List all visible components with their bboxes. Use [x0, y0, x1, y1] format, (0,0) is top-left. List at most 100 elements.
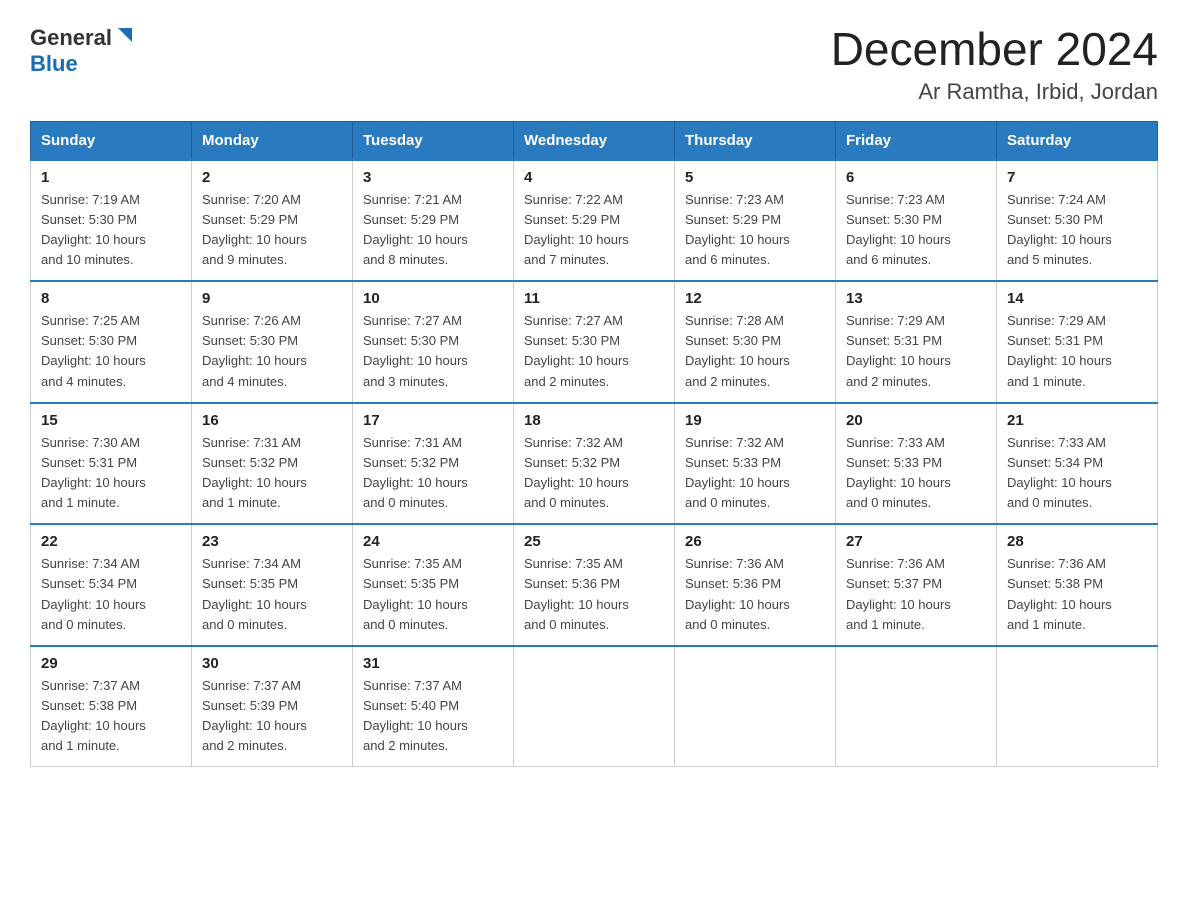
header-wednesday: Wednesday: [514, 121, 675, 160]
calendar-cell: 1 Sunrise: 7:19 AM Sunset: 5:30 PM Daylig…: [31, 160, 192, 282]
calendar-cell: 4 Sunrise: 7:22 AM Sunset: 5:29 PM Daylig…: [514, 160, 675, 282]
day-number: 4: [524, 169, 664, 186]
day-detail: Sunrise: 7:32 AM Sunset: 5:32 PM Dayligh…: [524, 433, 664, 514]
day-number: 24: [363, 533, 503, 550]
calendar-cell: 23Sunrise: 7:34 AM Sunset: 5:35 PM Dayli…: [192, 524, 353, 646]
day-number: 2: [202, 169, 342, 186]
day-number: 14: [1007, 290, 1147, 307]
day-detail: Sunrise: 7:37 AM Sunset: 5:39 PM Dayligh…: [202, 676, 342, 757]
day-number: 5: [685, 169, 825, 186]
calendar-cell: 8 Sunrise: 7:25 AM Sunset: 5:30 PM Daylig…: [31, 281, 192, 403]
logo: General Blue: [30, 24, 136, 77]
calendar-cell: 2Sunrise: 7:20 AM Sunset: 5:29 PM Daylig…: [192, 160, 353, 282]
calendar-cell: 9Sunrise: 7:26 AM Sunset: 5:30 PM Daylig…: [192, 281, 353, 403]
day-number: 29: [41, 655, 181, 672]
page-subtitle: Ar Ramtha, Irbid, Jordan: [831, 79, 1158, 105]
day-detail: Sunrise: 7:28 AM Sunset: 5:30 PM Dayligh…: [685, 311, 825, 392]
calendar-week-row: 22 Sunrise: 7:34 AM Sunset: 5:34 PM Dayli…: [31, 524, 1158, 646]
calendar-cell: 19Sunrise: 7:32 AM Sunset: 5:33 PM Dayli…: [675, 403, 836, 525]
day-detail: Sunrise: 7:36 AM Sunset: 5:38 PM Dayligh…: [1007, 554, 1147, 635]
day-detail: Sunrise: 7:19 AM Sunset: 5:30 PM Dayligh…: [41, 190, 181, 271]
day-number: 18: [524, 412, 664, 429]
day-detail: Sunrise: 7:29 AM Sunset: 5:31 PM Dayligh…: [1007, 311, 1147, 392]
calendar-cell: 12 Sunrise: 7:28 AM Sunset: 5:30 PM Dayli…: [675, 281, 836, 403]
title-block: December 2024 Ar Ramtha, Irbid, Jordan: [831, 24, 1158, 105]
calendar-cell: 3Sunrise: 7:21 AM Sunset: 5:29 PM Daylig…: [353, 160, 514, 282]
day-number: 6: [846, 169, 986, 186]
day-number: 12: [685, 290, 825, 307]
day-detail: Sunrise: 7:31 AM Sunset: 5:32 PM Dayligh…: [363, 433, 503, 514]
day-number: 30: [202, 655, 342, 672]
calendar-cell: 13Sunrise: 7:29 AM Sunset: 5:31 PM Dayli…: [836, 281, 997, 403]
day-detail: Sunrise: 7:33 AM Sunset: 5:33 PM Dayligh…: [846, 433, 986, 514]
day-number: 21: [1007, 412, 1147, 429]
calendar-cell: 10 Sunrise: 7:27 AM Sunset: 5:30 PM Dayli…: [353, 281, 514, 403]
calendar-cell: [836, 646, 997, 767]
day-number: 3: [363, 169, 503, 186]
day-detail: Sunrise: 7:24 AM Sunset: 5:30 PM Dayligh…: [1007, 190, 1147, 271]
calendar-week-row: 29 Sunrise: 7:37 AM Sunset: 5:38 PM Dayli…: [31, 646, 1158, 767]
calendar-cell: [997, 646, 1158, 767]
day-detail: Sunrise: 7:27 AM Sunset: 5:30 PM Dayligh…: [363, 311, 503, 392]
calendar-cell: 6 Sunrise: 7:23 AM Sunset: 5:30 PM Daylig…: [836, 160, 997, 282]
day-number: 28: [1007, 533, 1147, 550]
day-number: 10: [363, 290, 503, 307]
day-number: 23: [202, 533, 342, 550]
page-title: December 2024: [831, 24, 1158, 75]
day-number: 11: [524, 290, 664, 307]
day-detail: Sunrise: 7:27 AM Sunset: 5:30 PM Dayligh…: [524, 311, 664, 392]
day-number: 26: [685, 533, 825, 550]
header-sunday: Sunday: [31, 121, 192, 160]
calendar-header-row: SundayMondayTuesdayWednesdayThursdayFrid…: [31, 121, 1158, 160]
calendar-cell: 22 Sunrise: 7:34 AM Sunset: 5:34 PM Dayli…: [31, 524, 192, 646]
day-number: 15: [41, 412, 181, 429]
calendar-cell: 21 Sunrise: 7:33 AM Sunset: 5:34 PM Dayli…: [997, 403, 1158, 525]
day-detail: Sunrise: 7:25 AM Sunset: 5:30 PM Dayligh…: [41, 311, 181, 392]
day-detail: Sunrise: 7:32 AM Sunset: 5:33 PM Dayligh…: [685, 433, 825, 514]
header-friday: Friday: [836, 121, 997, 160]
header-monday: Monday: [192, 121, 353, 160]
logo-blue: Blue: [30, 51, 78, 76]
day-detail: Sunrise: 7:37 AM Sunset: 5:40 PM Dayligh…: [363, 676, 503, 757]
day-detail: Sunrise: 7:33 AM Sunset: 5:34 PM Dayligh…: [1007, 433, 1147, 514]
header-tuesday: Tuesday: [353, 121, 514, 160]
day-detail: Sunrise: 7:30 AM Sunset: 5:31 PM Dayligh…: [41, 433, 181, 514]
day-detail: Sunrise: 7:35 AM Sunset: 5:35 PM Dayligh…: [363, 554, 503, 635]
calendar-cell: 29 Sunrise: 7:37 AM Sunset: 5:38 PM Dayli…: [31, 646, 192, 767]
day-number: 25: [524, 533, 664, 550]
day-detail: Sunrise: 7:37 AM Sunset: 5:38 PM Dayligh…: [41, 676, 181, 757]
day-number: 8: [41, 290, 181, 307]
calendar-week-row: 1 Sunrise: 7:19 AM Sunset: 5:30 PM Daylig…: [31, 160, 1158, 282]
calendar-cell: 20 Sunrise: 7:33 AM Sunset: 5:33 PM Dayli…: [836, 403, 997, 525]
day-detail: Sunrise: 7:31 AM Sunset: 5:32 PM Dayligh…: [202, 433, 342, 514]
page-header: General Blue December 2024 Ar Ramtha, Ir…: [30, 24, 1158, 105]
day-number: 1: [41, 169, 181, 186]
header-thursday: Thursday: [675, 121, 836, 160]
calendar-cell: 5 Sunrise: 7:23 AM Sunset: 5:29 PM Daylig…: [675, 160, 836, 282]
calendar-cell: 30 Sunrise: 7:37 AM Sunset: 5:39 PM Dayli…: [192, 646, 353, 767]
calendar-cell: 15 Sunrise: 7:30 AM Sunset: 5:31 PM Dayli…: [31, 403, 192, 525]
day-number: 7: [1007, 169, 1147, 186]
calendar-cell: 7 Sunrise: 7:24 AM Sunset: 5:30 PM Daylig…: [997, 160, 1158, 282]
calendar-cell: 26 Sunrise: 7:36 AM Sunset: 5:36 PM Dayli…: [675, 524, 836, 646]
day-number: 27: [846, 533, 986, 550]
day-detail: Sunrise: 7:36 AM Sunset: 5:36 PM Dayligh…: [685, 554, 825, 635]
calendar-cell: 14 Sunrise: 7:29 AM Sunset: 5:31 PM Dayli…: [997, 281, 1158, 403]
calendar-cell: 18 Sunrise: 7:32 AM Sunset: 5:32 PM Dayli…: [514, 403, 675, 525]
calendar-week-row: 15 Sunrise: 7:30 AM Sunset: 5:31 PM Dayli…: [31, 403, 1158, 525]
day-detail: Sunrise: 7:23 AM Sunset: 5:30 PM Dayligh…: [846, 190, 986, 271]
day-number: 9: [202, 290, 342, 307]
calendar-cell: 17 Sunrise: 7:31 AM Sunset: 5:32 PM Dayli…: [353, 403, 514, 525]
day-number: 16: [202, 412, 342, 429]
day-detail: Sunrise: 7:22 AM Sunset: 5:29 PM Dayligh…: [524, 190, 664, 271]
calendar-cell: 11 Sunrise: 7:27 AM Sunset: 5:30 PM Dayli…: [514, 281, 675, 403]
day-number: 20: [846, 412, 986, 429]
day-number: 22: [41, 533, 181, 550]
calendar-cell: 25Sunrise: 7:35 AM Sunset: 5:36 PM Dayli…: [514, 524, 675, 646]
day-number: 17: [363, 412, 503, 429]
logo-triangle-icon: [114, 24, 136, 46]
day-detail: Sunrise: 7:34 AM Sunset: 5:34 PM Dayligh…: [41, 554, 181, 635]
logo-general: General: [30, 25, 112, 51]
day-detail: Sunrise: 7:23 AM Sunset: 5:29 PM Dayligh…: [685, 190, 825, 271]
day-detail: Sunrise: 7:29 AM Sunset: 5:31 PM Dayligh…: [846, 311, 986, 392]
